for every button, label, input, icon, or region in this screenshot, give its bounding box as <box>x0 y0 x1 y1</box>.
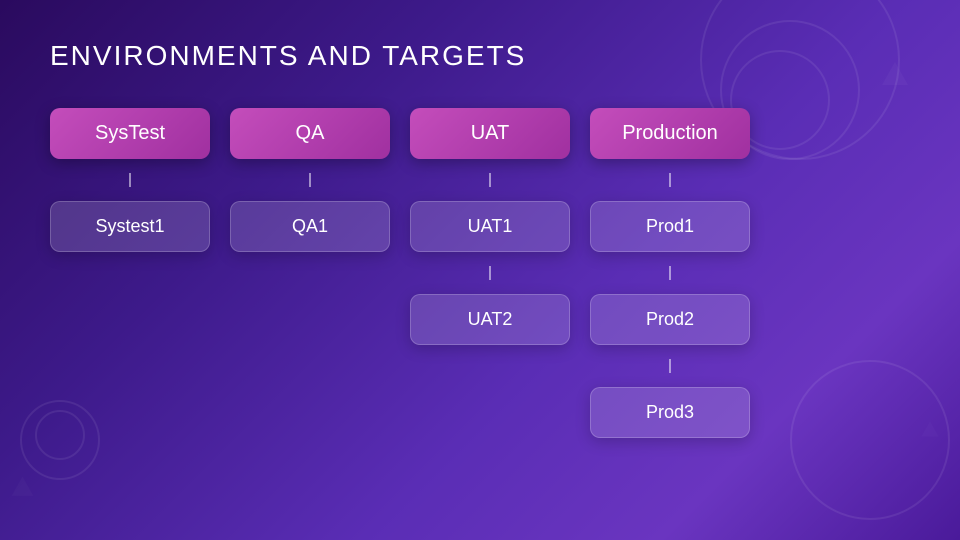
targets-systest: Systest1 <box>50 173 210 252</box>
env-header-production: Production <box>590 108 750 159</box>
column-systest: SysTest Systest1 <box>50 108 210 252</box>
target-production-2: Prod3 <box>590 387 750 438</box>
column-uat: UAT UAT1 UAT2 <box>410 108 570 345</box>
target-qa-0: QA1 <box>230 201 390 252</box>
target-production-1: Prod2 <box>590 294 750 345</box>
column-production: Production Prod1 Prod2 Prod3 <box>590 108 750 438</box>
target-uat-0: UAT1 <box>410 201 570 252</box>
targets-qa: QA1 <box>230 173 390 252</box>
page-content: ENVIRONMENTS AND TARGETS SysTest Systest1… <box>0 0 960 468</box>
page-title: ENVIRONMENTS AND TARGETS <box>50 40 910 72</box>
env-header-systest: SysTest <box>50 108 210 159</box>
env-header-uat: UAT <box>410 108 570 159</box>
target-systest-0: Systest1 <box>50 201 210 252</box>
connector-production-0 <box>669 173 671 187</box>
connector-systest-0 <box>129 173 131 187</box>
connector-uat-0 <box>489 173 491 187</box>
connector-uat-1 <box>489 266 491 280</box>
column-qa: QA QA1 <box>230 108 390 252</box>
deco-triangle-2 <box>10 475 35 500</box>
connector-production-2 <box>669 359 671 373</box>
columns-container: SysTest Systest1 QA QA1 UAT UAT1 UAT2 Productio… <box>50 108 910 438</box>
targets-uat: UAT1 UAT2 <box>410 173 570 345</box>
env-header-qa: QA <box>230 108 390 159</box>
connector-qa-0 <box>309 173 311 187</box>
target-uat-1: UAT2 <box>410 294 570 345</box>
targets-production: Prod1 Prod2 Prod3 <box>590 173 750 438</box>
target-production-0: Prod1 <box>590 201 750 252</box>
connector-production-1 <box>669 266 671 280</box>
